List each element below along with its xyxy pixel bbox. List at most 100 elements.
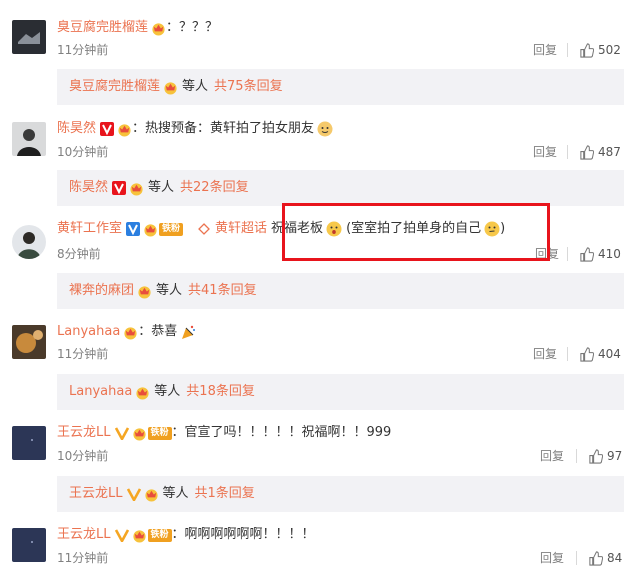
topic-diamond-icon	[198, 223, 210, 235]
party-emoji-icon	[180, 324, 196, 340]
like-count: 97	[607, 449, 623, 463]
avatar[interactable]	[12, 426, 46, 460]
comment-time: 8分钟前	[57, 247, 101, 261]
like-count: 84	[607, 551, 623, 565]
thumbs-up-icon	[580, 144, 594, 160]
divider	[576, 449, 577, 463]
verified-v-icon	[114, 426, 129, 440]
crown-badge-icon	[132, 528, 147, 543]
crown-badge-icon	[151, 21, 166, 36]
reply-count-link[interactable]: 共18条回复	[186, 374, 255, 410]
reply-count-link[interactable]: 共41条回复	[188, 273, 257, 309]
sub-reply-box[interactable]: 陈昊然 等人 共22条回复	[57, 170, 624, 206]
highlight-annotation	[282, 203, 550, 261]
verified-v-icon	[100, 122, 115, 136]
reply-button[interactable]: 回复	[533, 346, 557, 362]
comment-line: 王云龙LL 铁粉 ：官宣了吗！！！！！祝福啊！！999	[57, 424, 391, 442]
avatar[interactable]	[12, 325, 46, 359]
username[interactable]: 王云龙LL	[57, 526, 111, 544]
avatar[interactable]	[12, 20, 46, 54]
comment-text: ：官宣了吗！！！！！祝福啊！！999	[171, 425, 392, 440]
like-button[interactable]: 404	[579, 346, 621, 362]
divider	[567, 347, 568, 361]
crown-badge-icon	[137, 284, 152, 299]
avatar[interactable]	[12, 225, 46, 259]
reply-button[interactable]: 回复	[533, 144, 557, 160]
comment-time: 11分钟前	[57, 43, 109, 57]
sub-reply-box[interactable]: 裸奔的麻团 等人 共41条回复	[57, 273, 624, 309]
reply-button[interactable]: 回复	[540, 550, 564, 566]
crown-badge-icon	[135, 385, 150, 400]
avatar[interactable]	[12, 122, 46, 156]
divider	[567, 43, 568, 57]
sub-username[interactable]: 王云龙LL	[69, 476, 123, 512]
like-button[interactable]: 487	[579, 144, 621, 160]
like-count: 487	[598, 145, 621, 159]
verified-v-icon	[126, 222, 141, 236]
deng-ren-label: 等人	[148, 180, 175, 195]
crown-badge-icon	[117, 122, 132, 137]
sub-reply-box[interactable]: Lanyahaa 等人 共18条回复	[57, 374, 624, 410]
like-count: 502	[598, 43, 621, 57]
comment-line: 陈昊然 ：热搜预备：黄轩拍了拍女朋友	[57, 120, 333, 138]
sub-username[interactable]: 臭豆腐完胜榴莲	[69, 69, 160, 105]
like-button[interactable]: 410	[579, 246, 621, 262]
deng-ren-label: 等人	[162, 486, 189, 501]
divider	[567, 247, 568, 261]
thumbs-up-icon	[589, 550, 603, 566]
comment-line: 王云龙LL 铁粉 ：啊啊啊啊啊啊！！！！	[57, 526, 315, 544]
deng-ren-label: 等人	[156, 283, 183, 298]
sub-username[interactable]: 陈昊然	[69, 170, 108, 206]
comment-text: ：啊啊啊啊啊啊！！！！	[171, 527, 315, 542]
verified-v-icon	[112, 181, 127, 195]
thumbs-up-icon	[580, 42, 594, 58]
avatar[interactable]	[12, 528, 46, 562]
username[interactable]: 陈昊然	[57, 120, 96, 138]
verified-v-icon	[114, 528, 129, 542]
comment-line: 臭豆腐完胜榴莲 ：？？？	[57, 19, 218, 37]
comment-time: 11分钟前	[57, 551, 109, 565]
fan-badge: 铁粉	[147, 528, 172, 542]
doge-emoji-icon	[317, 121, 333, 137]
verified-v-icon	[126, 487, 141, 501]
like-count: 410	[598, 247, 621, 261]
username[interactable]: 黄轩工作室	[57, 220, 122, 238]
comment-text: ：热搜预备：黄轩拍了拍女朋友	[132, 121, 315, 136]
sub-reply-box[interactable]: 臭豆腐完胜榴莲 等人 共75条回复	[57, 69, 624, 105]
comment-line: Lanyahaa ：恭喜	[57, 323, 196, 341]
crown-badge-icon	[163, 80, 178, 95]
crown-badge-icon	[144, 487, 159, 502]
reply-count-link[interactable]: 共22条回复	[180, 170, 249, 206]
divider	[567, 145, 568, 159]
username[interactable]: Lanyahaa	[57, 323, 120, 341]
comment-time: 10分钟前	[57, 449, 109, 463]
comment-time: 11分钟前	[57, 347, 109, 361]
thumbs-up-icon	[580, 246, 594, 262]
topic-link[interactable]: 黄轩超话	[197, 220, 267, 238]
comment-time: 10分钟前	[57, 145, 109, 159]
reply-button[interactable]: 回复	[533, 42, 557, 58]
crown-badge-icon	[123, 325, 138, 340]
sub-username[interactable]: 裸奔的麻团	[69, 273, 134, 309]
username[interactable]: 王云龙LL	[57, 424, 111, 442]
sub-username[interactable]: Lanyahaa	[69, 374, 132, 410]
reply-count-link[interactable]: 共1条回复	[195, 476, 255, 512]
comment-text: ：恭喜	[138, 324, 178, 339]
like-button[interactable]: 97	[588, 448, 622, 464]
like-button[interactable]: 84	[588, 550, 622, 566]
crown-badge-icon	[129, 181, 144, 196]
reply-button[interactable]: 回复	[540, 448, 564, 464]
crown-badge-icon	[132, 426, 147, 441]
crown-badge-icon	[143, 222, 158, 237]
reply-count-link[interactable]: 共75条回复	[214, 69, 283, 105]
thumbs-up-icon	[580, 346, 594, 362]
topic-label: 黄轩超话	[215, 221, 268, 236]
username[interactable]: 臭豆腐完胜榴莲	[57, 19, 148, 37]
like-button[interactable]: 502	[579, 42, 621, 58]
comment-text: ：？？？	[166, 20, 219, 35]
like-count: 404	[598, 347, 621, 361]
fan-badge: 铁粉	[159, 222, 184, 236]
thumbs-up-icon	[589, 448, 603, 464]
fan-badge: 铁粉	[147, 426, 172, 440]
sub-reply-box[interactable]: 王云龙LL 等人 共1条回复	[57, 476, 624, 512]
